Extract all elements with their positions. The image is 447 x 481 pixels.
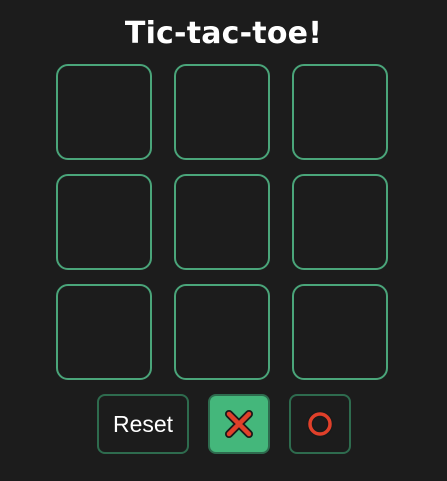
reset-button[interactable]: Reset bbox=[97, 394, 189, 454]
board-cell-8[interactable] bbox=[174, 284, 270, 380]
x-mark-icon bbox=[225, 410, 253, 438]
o-mark-icon bbox=[306, 410, 334, 438]
board-cell-6[interactable] bbox=[292, 174, 388, 270]
board-cell-5[interactable] bbox=[174, 174, 270, 270]
board-cell-7[interactable] bbox=[56, 284, 152, 380]
game-board bbox=[56, 64, 392, 384]
game-title: Tic-tac-toe! bbox=[124, 16, 323, 51]
board-cell-1[interactable] bbox=[56, 64, 152, 160]
reset-button-label: Reset bbox=[112, 410, 174, 437]
board-cell-2[interactable] bbox=[174, 64, 270, 160]
game-controls: Reset bbox=[0, 394, 447, 455]
board-cell-9[interactable] bbox=[292, 284, 388, 380]
board-cell-4[interactable] bbox=[56, 174, 152, 270]
play-as-x-button[interactable] bbox=[208, 394, 270, 454]
board-cell-3[interactable] bbox=[292, 64, 388, 160]
play-as-o-button[interactable] bbox=[289, 394, 351, 454]
